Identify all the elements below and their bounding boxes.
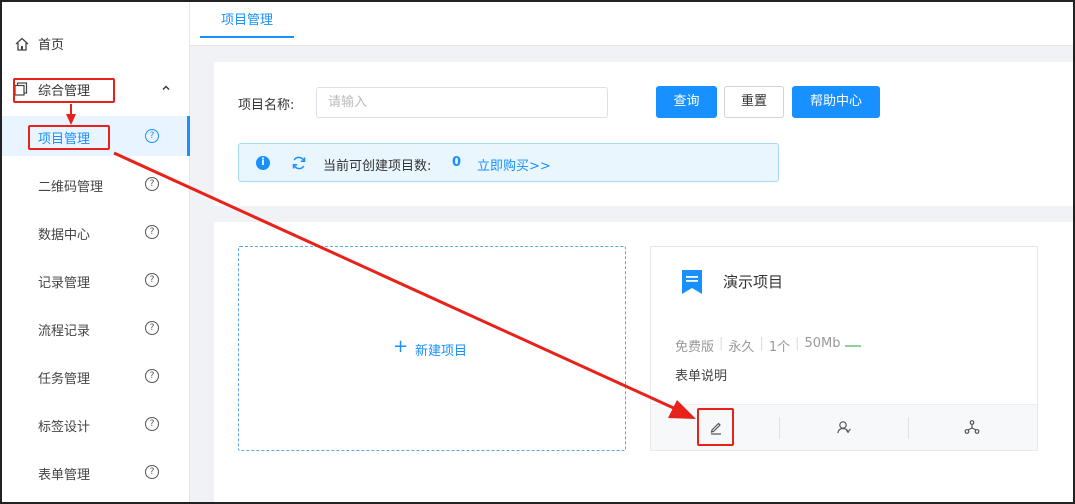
edit-icon[interactable] <box>708 419 724 435</box>
sidebar-group-label: 综合管理 <box>38 84 91 99</box>
project-storage: 50Mb <box>804 336 841 351</box>
sidebar-item-label: 流程记录 <box>38 324 91 339</box>
query-button[interactable]: 查询 <box>656 86 717 118</box>
quota-notice: i 当前可创建项目数: 0 立即购买>> <box>238 143 779 182</box>
action-divider <box>779 417 780 439</box>
sidebar-item-label: 首页 <box>38 38 65 53</box>
copy-icon <box>14 82 28 96</box>
chevron-up-icon <box>162 85 170 90</box>
meta-separator: | <box>759 336 764 351</box>
sidebar-item-qrcode-management[interactable]: 二维码管理 ? <box>2 164 190 204</box>
user-permission-icon[interactable] <box>836 419 852 435</box>
workflow-icon[interactable] <box>964 419 980 435</box>
help-center-button[interactable]: 帮助中心 <box>792 86 880 118</box>
project-description: 表单说明 <box>675 369 728 384</box>
bookmark-icon <box>682 270 702 294</box>
project-card[interactable]: 演示项目 免费版 | 永久 | 1个 | 50Mb 表单说明 <box>650 246 1038 451</box>
sidebar-item-record-management[interactable]: 记录管理 ? <box>2 260 190 300</box>
help-circle-icon[interactable]: ? <box>145 273 159 287</box>
meta-separator: | <box>795 336 800 351</box>
sidebar-item-label: 二维码管理 <box>38 180 104 195</box>
sidebar-item-label: 记录管理 <box>38 276 91 291</box>
home-icon <box>15 37 29 51</box>
help-circle-icon[interactable]: ? <box>145 225 159 239</box>
help-circle-icon[interactable]: ? <box>145 177 159 191</box>
sidebar-item-project-management[interactable]: 项目管理 ? <box>2 116 190 156</box>
help-circle-icon[interactable]: ? <box>145 465 159 479</box>
plus-icon: + <box>393 336 409 357</box>
sidebar-item-label: 标签设计 <box>38 420 91 435</box>
refresh-icon[interactable] <box>291 155 307 171</box>
status-line <box>844 345 861 347</box>
help-circle-icon[interactable]: ? <box>145 417 159 431</box>
project-duration: 永久 <box>728 340 755 355</box>
sidebar-item-data-center[interactable]: 数据中心 ? <box>2 212 190 252</box>
new-project-card[interactable]: + 新建项目 <box>238 246 626 451</box>
reset-button[interactable]: 重置 <box>724 86 784 118</box>
project-quantity: 1个 <box>768 340 791 355</box>
quota-text: 当前可创建项目数: <box>323 159 432 174</box>
help-circle-icon[interactable]: ? <box>145 321 159 335</box>
quota-count: 0 <box>452 155 462 170</box>
search-panel <box>214 62 1073 206</box>
sidebar-item-flow-records[interactable]: 流程记录 ? <box>2 308 190 348</box>
sidebar-item-form-management[interactable]: 表单管理 ? <box>2 452 190 492</box>
project-actions <box>651 404 1037 450</box>
sidebar-group-general[interactable]: 综合管理 <box>2 68 190 108</box>
sidebar-item-home[interactable]: 首页 <box>2 24 190 64</box>
project-name-label: 项目名称: <box>238 98 295 113</box>
help-circle-icon[interactable]: ? <box>145 369 159 383</box>
buy-now-link[interactable]: 立即购买>> <box>477 155 551 174</box>
info-icon: i <box>256 156 270 170</box>
sidebar-item-label: 任务管理 <box>38 372 91 387</box>
meta-separator: | <box>719 336 724 351</box>
project-meta: 免费版 | 永久 | 1个 | 50Mb <box>675 336 861 355</box>
action-divider <box>908 417 909 439</box>
project-name-input[interactable] <box>316 87 608 118</box>
sidebar-item-label: 表单管理 <box>38 468 91 483</box>
new-project-label: 新建项目 <box>415 344 468 359</box>
sidebar-item-task-management[interactable]: 任务管理 ? <box>2 356 190 396</box>
sidebar-item-label-design[interactable]: 标签设计 ? <box>2 404 190 444</box>
project-edition: 免费版 <box>675 340 715 355</box>
sidebar-item-label: 项目管理 <box>38 132 91 147</box>
tab-bar: 项目管理 <box>190 2 1073 46</box>
project-title[interactable]: 演示项目 <box>723 271 783 292</box>
help-circle-icon[interactable]: ? <box>145 129 159 143</box>
sidebar-item-label: 数据中心 <box>38 228 91 243</box>
tab-project-management[interactable]: 项目管理 <box>200 10 294 38</box>
sidebar: 首页 综合管理 项目管理 ? 二维码管理 ? 数据中心 ? 记录管理 ? 流程记… <box>2 2 190 502</box>
